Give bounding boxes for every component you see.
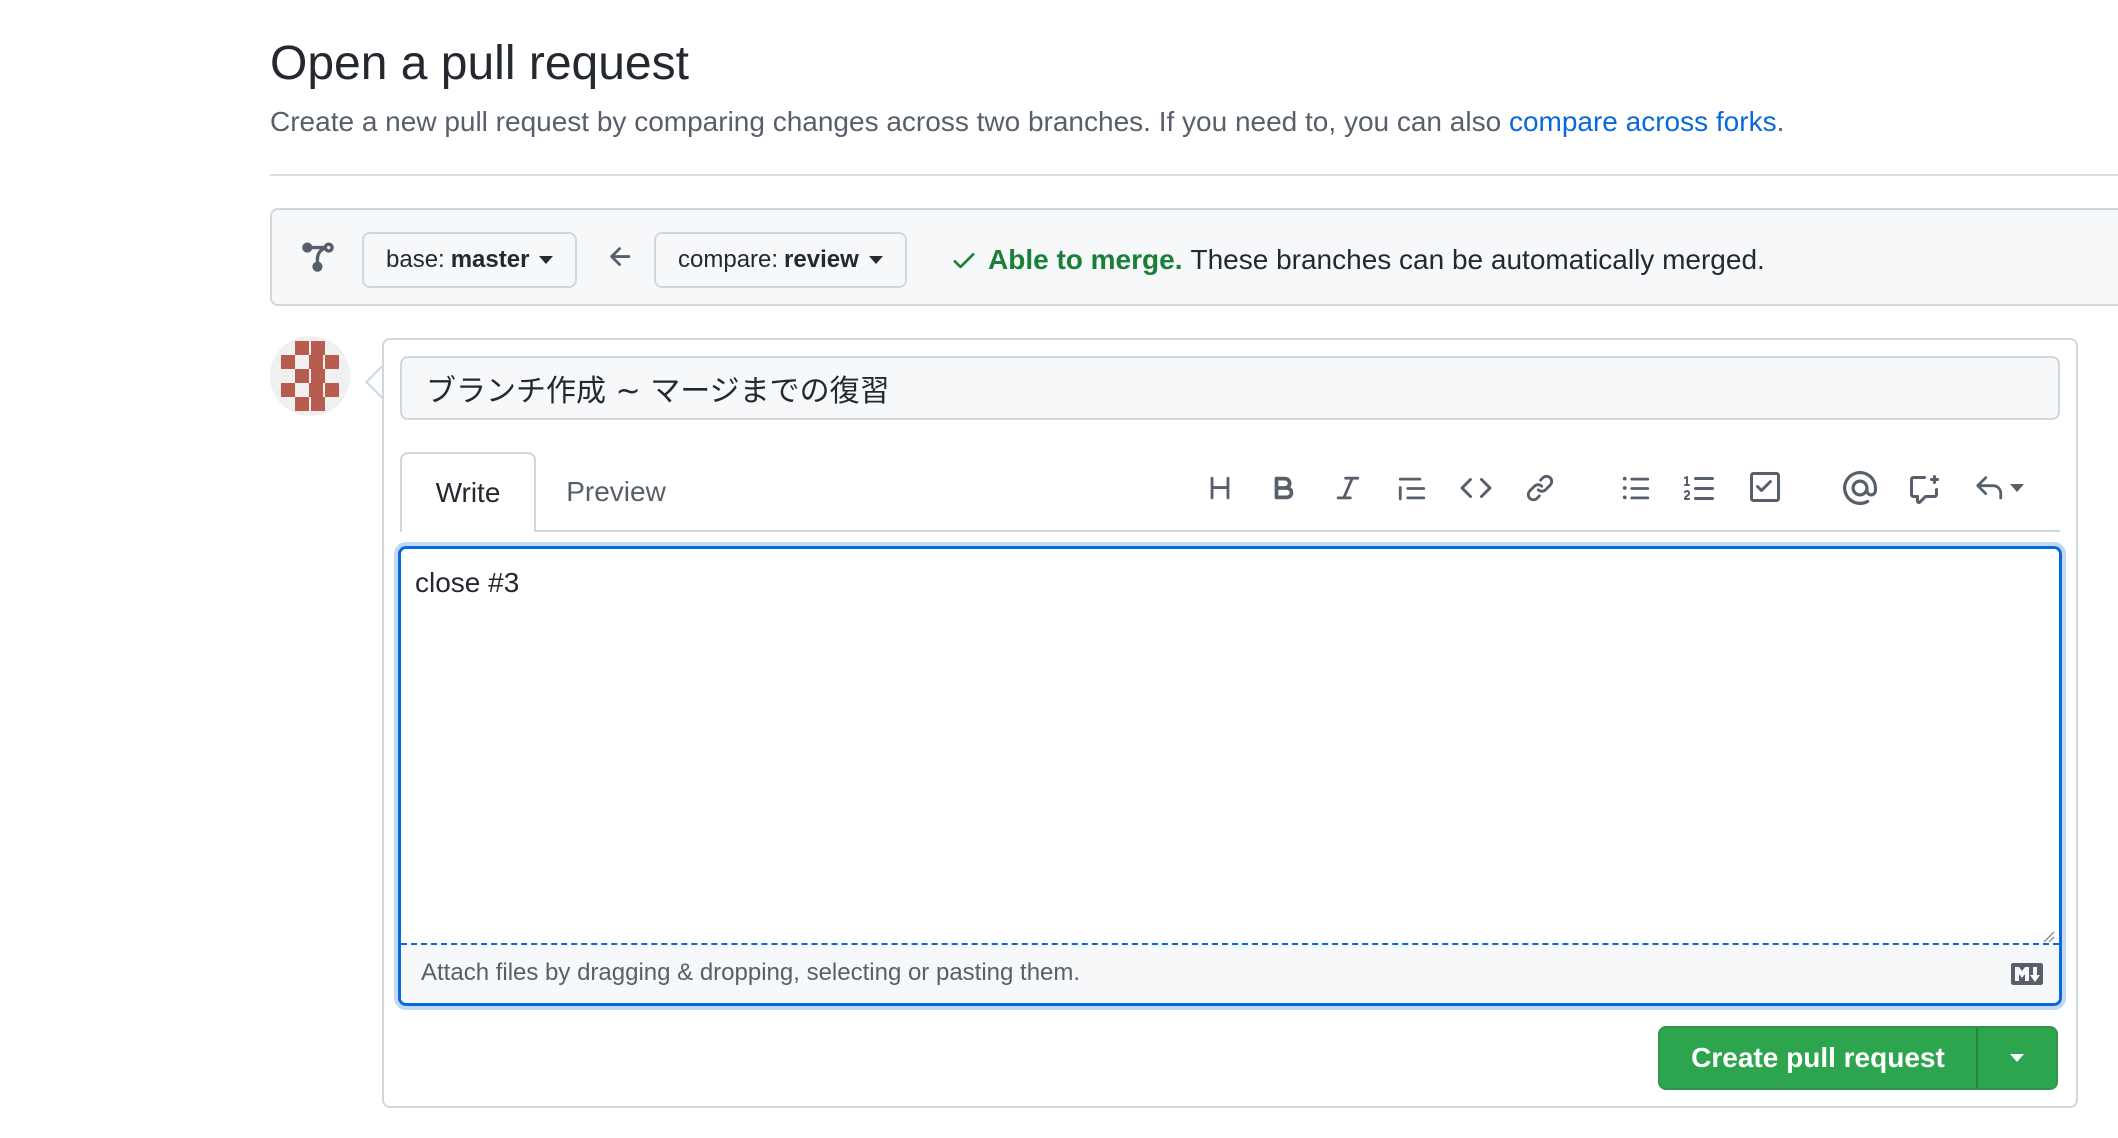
base-branch-name: master <box>450 246 530 273</box>
tab-write[interactable]: Write <box>400 452 536 532</box>
reply-icon[interactable] <box>1964 464 2034 512</box>
mention-icon[interactable] <box>1836 464 1884 512</box>
merge-status: Able to merge. These branches can be aut… <box>950 240 1765 280</box>
tab-preview[interactable]: Preview <box>536 452 696 532</box>
ordered-list-icon[interactable] <box>1676 464 1724 512</box>
compare-branch-select[interactable]: compare: review <box>654 232 907 288</box>
chevron-down-icon <box>2010 1054 2024 1062</box>
header-divider <box>270 174 2118 176</box>
unordered-list-icon[interactable] <box>1612 464 1660 512</box>
pull-request-form: Write Preview Attach fi <box>382 338 2078 1108</box>
compare-icon <box>300 238 336 274</box>
base-branch-select[interactable]: base: master <box>362 232 578 288</box>
branch-range-bar: base: master compare: review Able to mer… <box>270 208 2118 306</box>
markdown-icon[interactable] <box>2011 963 2043 985</box>
avatar[interactable] <box>270 336 350 416</box>
task-list-icon[interactable] <box>1740 464 1788 512</box>
arrow-left-icon <box>606 242 636 272</box>
code-icon[interactable] <box>1452 464 1500 512</box>
chevron-down-icon <box>868 256 883 264</box>
compare-prefix: compare: <box>678 246 779 273</box>
bold-icon[interactable] <box>1260 464 1308 512</box>
attach-files-text: Attach files by dragging & dropping, sel… <box>421 959 1081 986</box>
create-pull-request-button[interactable]: Create pull request <box>1660 1028 1976 1088</box>
comment-editor: Attach files by dragging & dropping, sel… <box>398 546 2062 1006</box>
cross-reference-icon[interactable] <box>1900 464 1948 512</box>
page-subtitle: Create a new pull request by comparing c… <box>270 100 1784 144</box>
attach-files-bar[interactable]: Attach files by dragging & dropping, sel… <box>401 943 2059 1003</box>
page-title: Open a pull request <box>270 37 689 90</box>
base-prefix: base: <box>386 246 445 273</box>
chevron-down-icon <box>2010 484 2024 492</box>
title-input[interactable] <box>400 356 2060 420</box>
subtitle-end: . <box>1776 106 1785 137</box>
comment-body-textarea[interactable] <box>401 549 2059 943</box>
create-pull-request-group: Create pull request <box>1658 1026 2058 1090</box>
resize-handle-icon[interactable] <box>2041 929 2055 943</box>
chevron-down-icon <box>539 256 554 264</box>
heading-icon[interactable] <box>1196 464 1244 512</box>
subtitle-text: Create a new pull request by comparing c… <box>270 106 1509 137</box>
merge-status-text: These branches can be automatically merg… <box>1190 244 1765 275</box>
compare-branch-name: review <box>784 246 859 273</box>
merge-status-ok: Able to merge. <box>988 244 1183 275</box>
quote-icon[interactable] <box>1388 464 1436 512</box>
compare-across-forks-link[interactable]: compare across forks <box>1509 106 1777 137</box>
italic-icon[interactable] <box>1324 464 1372 512</box>
check-icon <box>950 246 978 274</box>
create-options-dropdown[interactable] <box>1978 1028 2056 1088</box>
link-icon[interactable] <box>1516 464 1564 512</box>
